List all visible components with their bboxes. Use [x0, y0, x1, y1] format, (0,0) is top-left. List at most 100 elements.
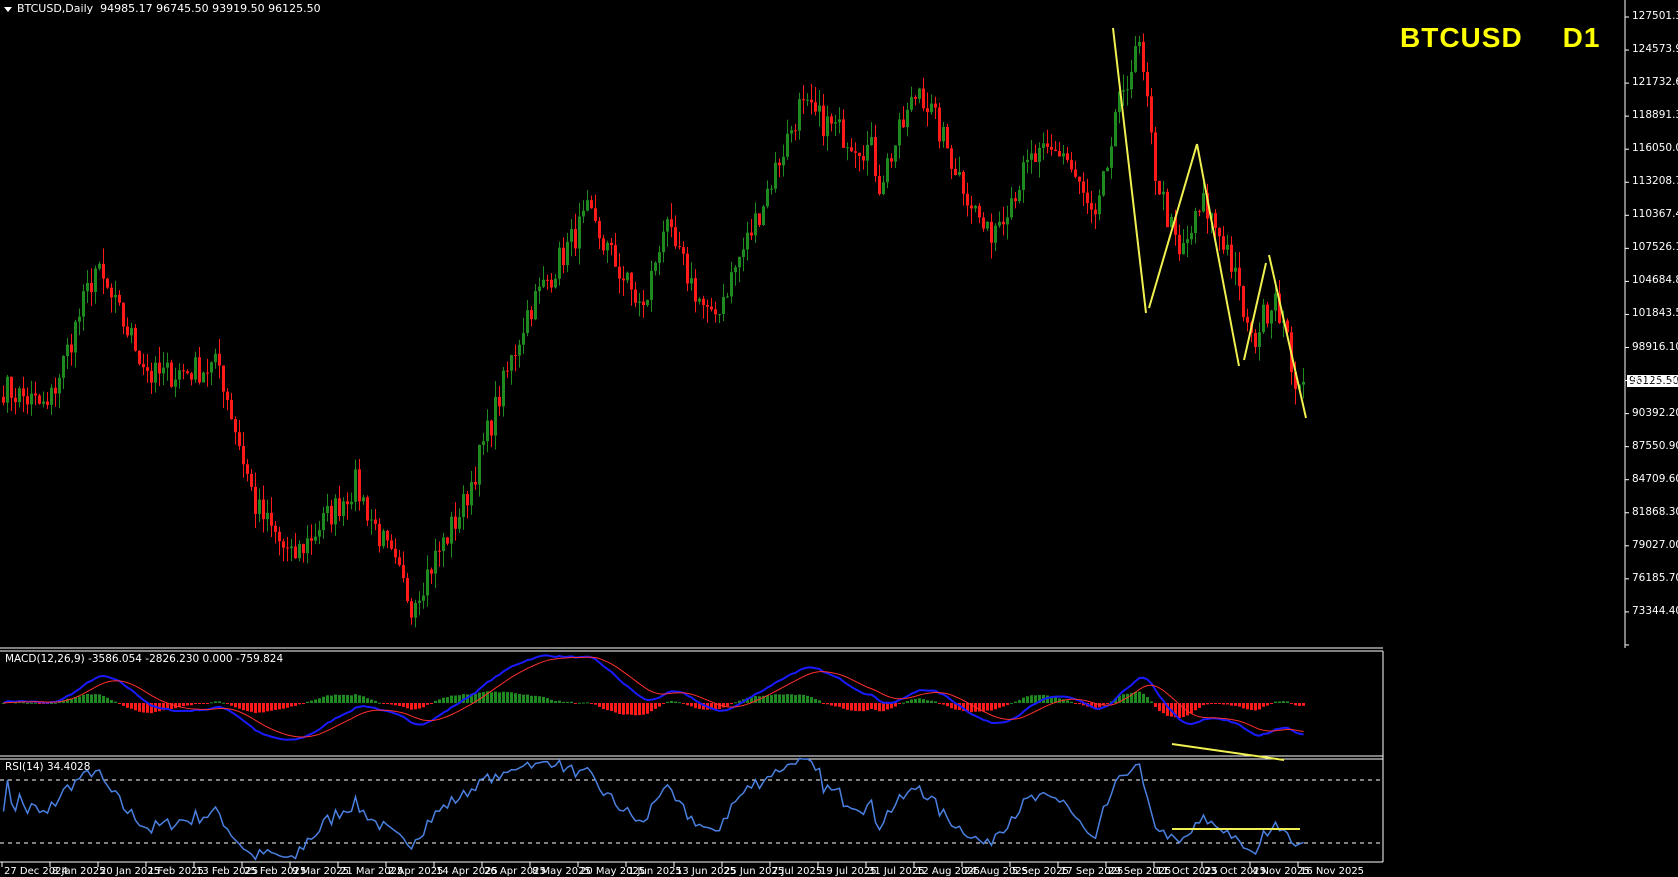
candle-body: [762, 206, 765, 225]
candle-body: [18, 388, 21, 403]
candle: [394, 538, 397, 564]
zigzag-segment[interactable]: [1112, 27, 1147, 314]
candle-body: [798, 99, 801, 131]
candle-body: [774, 162, 777, 189]
date-tick-label: 16 Nov 2025: [1300, 866, 1365, 877]
candle-body: [302, 544, 305, 554]
candle-body: [22, 388, 25, 397]
candle-body: [834, 122, 837, 124]
macd-histogram-bar: [358, 695, 361, 703]
candle: [778, 158, 781, 178]
macd-histogram-bar: [654, 703, 657, 709]
candle-body: [238, 432, 241, 447]
macd-histogram-bar: [626, 703, 629, 715]
candle-body: [462, 493, 465, 518]
candle: [26, 387, 29, 414]
candle: [122, 302, 125, 335]
candle: [310, 524, 313, 555]
candle-body: [190, 373, 193, 380]
candle: [34, 381, 37, 406]
candle: [1054, 140, 1057, 152]
candle: [426, 555, 429, 607]
macd-histogram-bar: [126, 703, 129, 708]
candle: [594, 194, 597, 223]
candle: [894, 145, 897, 169]
candle-body: [1222, 236, 1225, 250]
macd-histogram-bar: [26, 702, 29, 704]
macd-histogram-bar: [1262, 703, 1265, 707]
macd-divergence-line[interactable]: [1171, 743, 1285, 761]
candle-body: [1130, 71, 1133, 90]
candle: [918, 87, 921, 104]
macd-histogram-bar: [1106, 703, 1109, 704]
candle-body: [78, 316, 81, 322]
macd-histogram-bar: [630, 703, 633, 715]
candle-body: [662, 231, 665, 253]
macd-histogram-bar: [302, 703, 305, 704]
candle: [866, 130, 869, 176]
candle-body: [898, 119, 901, 146]
candle-body: [1006, 217, 1009, 225]
macd-histogram-bar: [798, 694, 801, 703]
zigzag-segment[interactable]: [1268, 254, 1307, 419]
macd-histogram-bar: [786, 694, 789, 703]
candle: [1058, 141, 1061, 157]
candle-body: [30, 393, 33, 405]
candle-body: [142, 363, 145, 368]
macd-histogram-bar: [1146, 697, 1149, 703]
macd-histogram-bar: [830, 703, 833, 706]
macd-histogram-bar: [1286, 701, 1289, 703]
candle: [50, 384, 53, 415]
chart-canvas[interactable]: [0, 0, 1678, 873]
macd-histogram-bar: [110, 700, 113, 703]
zigzag-annotation[interactable]: [1112, 27, 1307, 830]
dropdown-triangle-icon[interactable]: [4, 6, 12, 12]
candle: [554, 273, 557, 289]
candle: [710, 297, 713, 312]
candle-body: [914, 97, 917, 99]
candle: [94, 265, 97, 304]
candle: [682, 241, 685, 266]
candle: [1038, 142, 1041, 178]
candle: [1238, 252, 1241, 301]
macd-histogram-bar: [842, 703, 845, 709]
macd-histogram-bar: [342, 694, 345, 703]
candle-body: [230, 399, 233, 420]
candle: [658, 245, 661, 276]
candle: [510, 354, 513, 385]
candle-body: [110, 287, 113, 298]
macd-histogram-bar: [598, 703, 601, 707]
candle-body: [46, 401, 49, 405]
candle-body: [450, 516, 453, 544]
candle-body: [1254, 332, 1257, 347]
macd-histogram-bar: [422, 703, 425, 708]
macd-histogram-bar: [578, 702, 581, 704]
candle: [790, 125, 793, 143]
candle: [942, 121, 945, 148]
macd-histogram-bar: [442, 697, 445, 703]
candle: [1098, 189, 1101, 221]
candle-body: [574, 229, 577, 249]
macd-histogram-bar: [818, 700, 821, 703]
candle: [1154, 126, 1157, 195]
candle: [546, 274, 549, 290]
macd-histogram-bar: [90, 694, 93, 703]
candle: [746, 221, 749, 261]
price-tick-label: 113208.70: [1632, 175, 1678, 188]
macd-histogram-bar: [350, 695, 353, 703]
macd-histogram-bar: [234, 703, 237, 708]
candle-body: [718, 314, 721, 316]
candle-body: [1034, 153, 1037, 162]
candle-body: [1098, 195, 1101, 215]
macd-histogram-bar: [382, 703, 385, 704]
candle-body: [490, 420, 493, 436]
candle: [338, 485, 341, 521]
macd-histogram-bar: [210, 702, 213, 704]
candle-body: [342, 501, 345, 517]
candle: [766, 180, 769, 209]
price-tick-label: 107526.10: [1632, 241, 1678, 254]
macd-histogram-bar: [1254, 703, 1257, 711]
macd-histogram-bar: [446, 697, 449, 703]
candle: [1102, 170, 1105, 197]
macd-histogram-bar: [270, 703, 273, 711]
